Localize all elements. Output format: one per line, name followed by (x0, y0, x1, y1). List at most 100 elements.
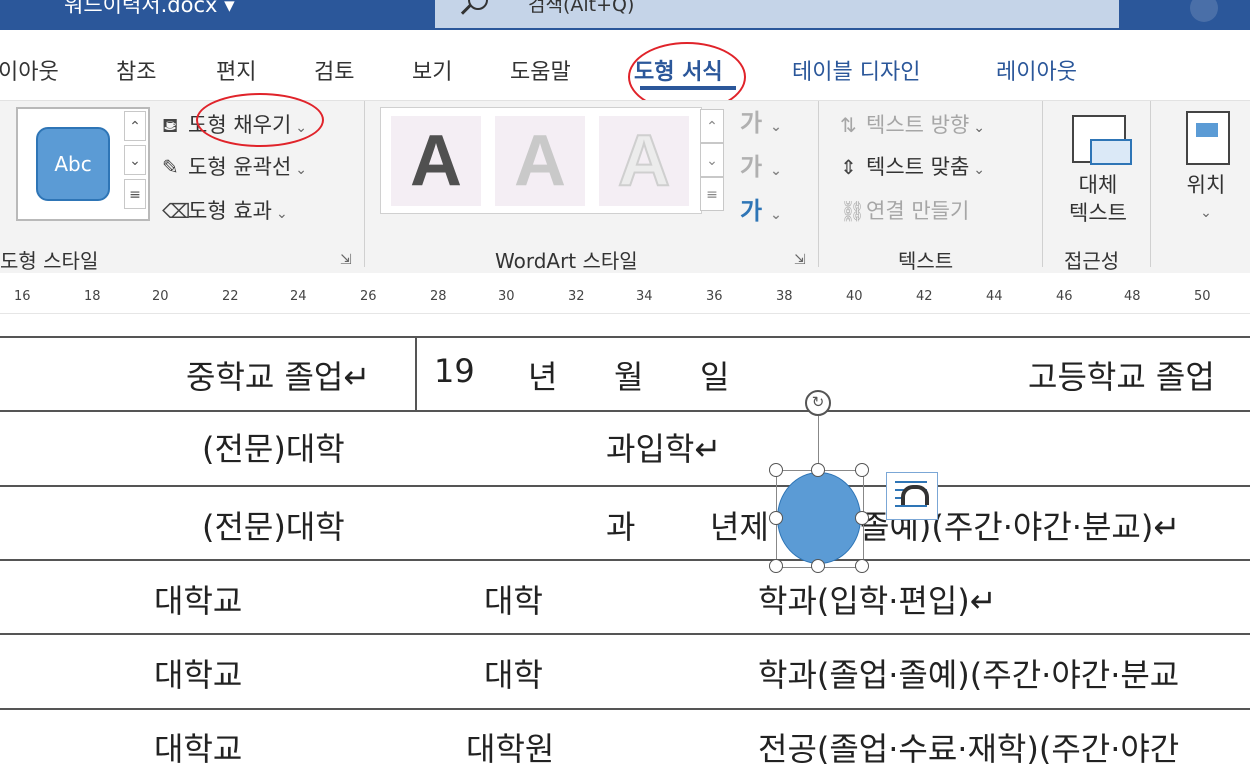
table-cell[interactable]: 대학 (484, 650, 543, 696)
table-cell[interactable]: (전문)대학 (202, 502, 345, 548)
wordart-gallery-more[interactable]: ≡ (700, 177, 724, 211)
ruler-tick-label: 16 (14, 289, 31, 304)
ruler-tick-label: 46 (1056, 289, 1073, 304)
shape-outline-button[interactable]: ✎ 도형 윤곽선 ⌄ (162, 151, 307, 181)
table-cell[interactable]: (전문)대학 (202, 424, 345, 470)
oval-shape[interactable] (777, 472, 861, 564)
rotation-connector (818, 416, 820, 470)
search-input[interactable]: 검색(Alt+Q) (528, 0, 634, 17)
table-border (415, 336, 417, 410)
alt-text-button[interactable]: 대체 텍스트 (1066, 171, 1130, 227)
avatar[interactable] (1190, 0, 1218, 22)
chevron-down-icon: ⌄ (770, 163, 782, 179)
table-cell[interactable]: 학과(졸업·졸예)(주간·야간·분교 (758, 650, 1179, 696)
table-cell[interactable]: 대학원 (466, 724, 554, 770)
ruler-tick-label: 24 (290, 289, 307, 304)
group-separator (818, 101, 819, 267)
rotate-handle-icon[interactable]: ↻ (805, 390, 831, 416)
table-cell[interactable]: 년 (528, 352, 557, 398)
wordart-style-3[interactable]: A (599, 116, 689, 206)
horizontal-ruler[interactable]: 16 18 20 22 24 26 28 30 32 34 36 38 40 4… (0, 287, 1250, 314)
wordart-style-2[interactable]: A (495, 116, 585, 206)
style-scroll-up[interactable]: ⌃ (124, 111, 146, 141)
table-border (0, 559, 1250, 561)
text-outline-button[interactable]: 가 ⌄ (740, 147, 782, 182)
table-cell[interactable]: 월 (614, 352, 643, 398)
text-fill-button[interactable]: 가 ⌄ (740, 103, 782, 138)
ruler-tick-label: 38 (776, 289, 793, 304)
alt-text-icon[interactable] (1072, 115, 1132, 165)
chevron-down-icon: ⌄ (295, 162, 308, 178)
ribbon: Abc ⌃ ⌄ ≡ ⛾ 도형 채우기 ⌄ ✎ 도형 윤곽선 ⌄ ⌫도형 효과 ⌄ 도형 스… (0, 93, 1250, 273)
layout-options-icon[interactable] (886, 472, 938, 520)
resize-handle[interactable] (855, 463, 869, 477)
paint-bucket-icon: ⛾ (162, 113, 179, 137)
table-cell[interactable]: 학과(입학·편입)↵ (758, 576, 997, 622)
table-border (0, 633, 1250, 635)
ruler-tick-label: 20 (152, 289, 169, 304)
ruler-tick-label: 22 (222, 289, 239, 304)
resize-handle[interactable] (769, 463, 783, 477)
ruler-tick-label: 48 (1124, 289, 1141, 304)
resize-handle[interactable] (769, 559, 783, 573)
table-cell[interactable]: 과입학↵ (606, 424, 721, 470)
ruler-tick-label: 34 (636, 289, 653, 304)
tab-references[interactable]: 참조 (116, 54, 156, 86)
tab-help[interactable]: 도움말 (510, 54, 571, 86)
group-label-shape-styles: 도형 스타일 (0, 249, 99, 273)
tab-mailings[interactable]: 편지 (216, 54, 256, 86)
create-link-button[interactable]: ⛓연결 만들기 (840, 195, 969, 225)
table-cell[interactable]: 대학교 (154, 724, 242, 770)
text-align-button[interactable]: ⇕ 텍스트 맞춤 ⌄ (840, 151, 985, 181)
resize-handle[interactable] (855, 559, 869, 573)
shape-effects-button[interactable]: ⌫도형 효과 ⌄ (162, 195, 288, 225)
text-effects-button[interactable]: 가 ⌄ (740, 191, 782, 226)
ribbon-tabs: 이아웃 참조 편지 검토 보기 도움말 도형 서식 테이블 디자인 레이아웃 (0, 30, 1250, 102)
wordart-gallery[interactable]: A A A (380, 107, 702, 214)
ruler-tick-label: 32 (568, 289, 585, 304)
chevron-down-icon: ⌄ (770, 119, 782, 135)
table-cell[interactable]: 대학교 (154, 650, 242, 696)
resize-handle[interactable] (811, 463, 825, 477)
table-cell[interactable]: 년제 (710, 502, 769, 548)
table-border (0, 708, 1250, 710)
table-cell[interactable]: 대학교 (154, 576, 242, 622)
tab-layout[interactable]: 이아웃 (0, 54, 59, 86)
ruler-tick-label: 36 (706, 289, 723, 304)
highlight-ellipse-fill (196, 93, 324, 147)
group-label-text: 텍스트 (898, 249, 954, 273)
link-icon: ⛓ (840, 199, 866, 223)
tab-table-layout[interactable]: 레이아웃 (996, 54, 1077, 86)
resize-handle[interactable] (811, 559, 825, 573)
table-border (0, 410, 1250, 412)
table-cell[interactable]: 일 (700, 352, 729, 398)
table-cell[interactable]: 과 (606, 502, 635, 548)
tab-table-design[interactable]: 테이블 디자인 (792, 54, 920, 86)
style-gallery-more[interactable]: ≡ (124, 179, 146, 209)
resize-handle[interactable] (769, 511, 783, 525)
tab-view[interactable]: 보기 (412, 54, 452, 86)
wordart-scroll-down[interactable]: ⌄ (700, 143, 724, 177)
text-direction-button[interactable]: ⇅ 텍스트 방향 ⌄ (840, 109, 985, 139)
wordart-style-1[interactable]: A (391, 116, 481, 206)
wordart-scroll-up[interactable]: ⌃ (700, 109, 724, 143)
ruler-tick-label: 30 (498, 289, 515, 304)
tab-review[interactable]: 검토 (314, 54, 354, 86)
position-button[interactable]: 위치 ⌄ (1176, 171, 1236, 227)
text-direction-icon: ⇅ (840, 113, 857, 137)
dialog-launcher-icon[interactable]: ⇲ (794, 252, 806, 268)
table-cell[interactable]: 전공(졸업·수료·재학)(주간·야간 (758, 724, 1179, 770)
title-bar: 워드이력서.docx ▾ 검색(Alt+Q) (0, 0, 1250, 30)
pen-icon: ✎ (162, 155, 179, 179)
eraser-icon: ⌫ (162, 199, 191, 223)
ruler-tick-label: 42 (916, 289, 933, 304)
position-icon[interactable] (1186, 111, 1230, 165)
style-scroll-down[interactable]: ⌄ (124, 145, 146, 175)
resize-handle[interactable] (855, 511, 869, 525)
table-cell[interactable]: 고등학교 졸업 (1028, 352, 1215, 398)
table-cell[interactable]: 중학교 졸업↵ (186, 352, 370, 398)
dialog-launcher-icon[interactable]: ⇲ (340, 252, 352, 268)
table-cell[interactable]: 대학 (484, 576, 543, 622)
document-title[interactable]: 워드이력서.docx ▾ (64, 0, 235, 19)
table-cell[interactable]: 19 (434, 352, 475, 390)
